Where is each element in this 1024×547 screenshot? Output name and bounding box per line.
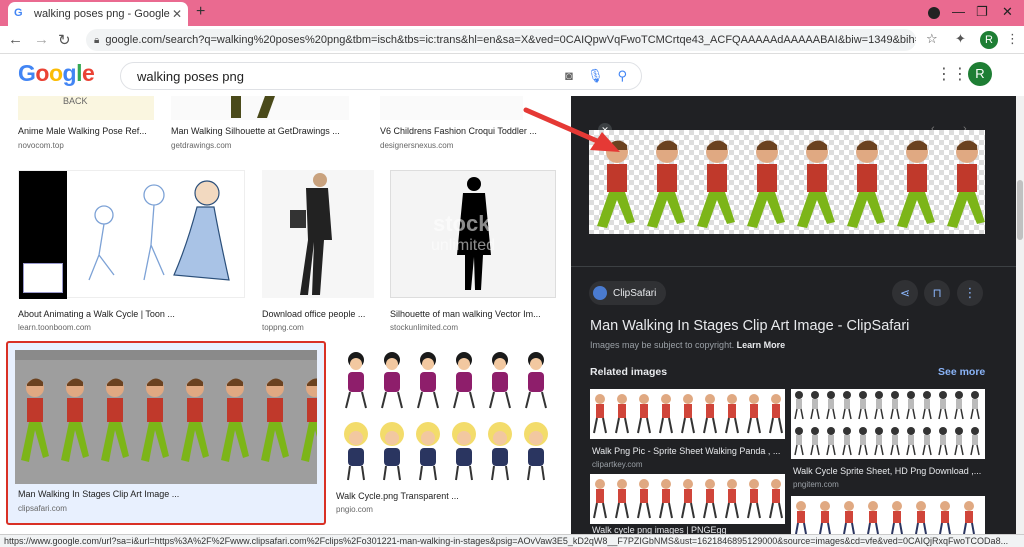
site-badge-label: ClipSafari: [613, 287, 657, 299]
reload-icon[interactable]: ↻: [58, 31, 71, 49]
back-icon[interactable]: ←: [8, 31, 23, 48]
address-url: google.com/search?q=walking%20poses%20pn…: [105, 34, 916, 46]
result-thumb[interactable]: [171, 96, 349, 120]
result-caption[interactable]: Anime Male Walking Pose Ref...: [18, 126, 168, 136]
result-source: pngio.com: [336, 505, 373, 514]
result-source: clipsafari.com: [18, 504, 67, 513]
lock-icon: 🔒︎: [94, 34, 100, 46]
see-more-link[interactable]: See more: [938, 366, 985, 378]
selected-result-card[interactable]: Man Walking In Stages Clip Art Image ...…: [6, 341, 326, 525]
learn-more-link[interactable]: Learn More: [737, 340, 786, 350]
browser-tab[interactable]: G walking poses png - Google Sear ✕: [8, 2, 188, 26]
extensions-icon[interactable]: ✦: [955, 31, 966, 47]
related-thumb[interactable]: [791, 496, 985, 535]
chrome-menu-icon[interactable]: ⋮: [1006, 31, 1019, 47]
walk-cycle-large-sprite: [589, 130, 985, 234]
copyright-text: Images may be subject to copyright.: [590, 340, 735, 350]
related-thumb[interactable]: [590, 474, 785, 524]
status-bar-url: https://www.google.com/url?sa=i&url=http…: [0, 534, 1024, 547]
chrome-avatar[interactable]: R: [980, 31, 998, 49]
selected-thumb: [15, 350, 317, 484]
camera-icon[interactable]: ◙: [565, 68, 573, 84]
result-thumb[interactable]: [336, 348, 556, 488]
page-scrollbar[interactable]: [1016, 96, 1024, 534]
google-favicon-icon: G: [14, 7, 23, 19]
scrollbar-thumb[interactable]: [1017, 180, 1023, 240]
search-query: walking poses png: [137, 68, 244, 84]
forward-icon[interactable]: →: [34, 31, 49, 48]
restore-icon[interactable]: ❐: [976, 4, 988, 20]
more-options-icon[interactable]: ⋮: [957, 280, 983, 306]
result-caption[interactable]: Man Walking In Stages Clip Art Image ...: [18, 489, 318, 499]
search-icon[interactable]: ⚲: [617, 68, 627, 84]
walk-cycle-sprite: [21, 378, 317, 462]
related-caption[interactable]: Walk cycle png images | PNGEgg: [592, 525, 782, 534]
close-window-icon[interactable]: ✕: [1002, 4, 1013, 20]
copyright-notice: Images may be subject to copyright. Lear…: [590, 340, 785, 350]
related-thumb[interactable]: [791, 389, 985, 459]
globe-icon: [593, 286, 607, 300]
result-caption[interactable]: About Animating a Walk Cycle | Toon ...: [18, 309, 248, 319]
thumb-watermark: unlimited: [431, 237, 496, 254]
profile-menu-icon[interactable]: [928, 7, 940, 19]
search-input[interactable]: walking poses png ◙ 🎙︎ ⚲: [120, 62, 642, 90]
result-source: getdrawings.com: [171, 141, 232, 150]
thumb-back-label: BACK: [63, 96, 88, 106]
avatar[interactable]: R: [968, 62, 992, 86]
related-caption[interactable]: Walk Cycle Sprite Sheet, HD Png Download…: [793, 466, 983, 476]
result-thumb[interactable]: [18, 170, 245, 299]
tab-title: walking poses png - Google Sear: [34, 8, 172, 20]
google-logo[interactable]: Google: [18, 60, 95, 87]
bookmark-icon[interactable]: ⊓: [924, 280, 950, 306]
share-icon[interactable]: ⋖: [892, 280, 918, 306]
result-source: novocom.top: [18, 141, 64, 150]
preview-image[interactable]: [589, 130, 985, 234]
related-source: clipartkey.com: [592, 460, 643, 469]
minimize-icon[interactable]: —: [952, 4, 965, 19]
result-caption[interactable]: Download office people ...: [262, 309, 382, 319]
result-source: designersnexus.com: [380, 141, 454, 150]
address-bar[interactable]: 🔒︎ google.com/search?q=walking%20poses%2…: [86, 29, 916, 51]
image-results-grid: BACK Anime Male Walking Pose Ref... novo…: [0, 96, 571, 534]
result-thumb[interactable]: [262, 170, 374, 298]
close-tab-icon[interactable]: ✕: [172, 7, 182, 21]
preview-panel: ✕ ‹ › ClipSafari ⋖ ⊓ ⋮ Man Walking In St…: [571, 96, 1016, 535]
related-images-heading: Related images: [590, 366, 668, 378]
related-caption[interactable]: Walk Png Pic - Sprite Sheet Walking Pand…: [592, 446, 782, 456]
result-source: stockunlimited.com: [390, 323, 459, 332]
result-caption[interactable]: Silhouette of man walking Vector Im...: [390, 309, 560, 319]
result-source: learn.toonboom.com: [18, 323, 91, 332]
new-tab-button[interactable]: +: [196, 3, 205, 21]
thumb-watermark: stock: [433, 211, 491, 236]
result-thumb[interactable]: BACK: [18, 96, 154, 120]
mic-icon[interactable]: 🎙︎: [587, 68, 604, 84]
result-thumb[interactable]: stock unlimited: [390, 170, 556, 298]
site-badge[interactable]: ClipSafari: [589, 281, 667, 305]
related-thumb[interactable]: [590, 389, 785, 439]
result-source: toppng.com: [262, 323, 304, 332]
related-source: pngitem.com: [793, 480, 839, 489]
result-thumb[interactable]: [380, 96, 523, 120]
result-caption[interactable]: Walk Cycle.png Transparent ...: [336, 491, 536, 501]
annotation-arrow: [523, 107, 620, 152]
bookmark-star-icon[interactable]: ☆: [926, 31, 938, 47]
result-caption[interactable]: Man Walking Silhouette at GetDrawings ..…: [171, 126, 361, 136]
preview-title[interactable]: Man Walking In Stages Clip Art Image - C…: [590, 318, 909, 334]
